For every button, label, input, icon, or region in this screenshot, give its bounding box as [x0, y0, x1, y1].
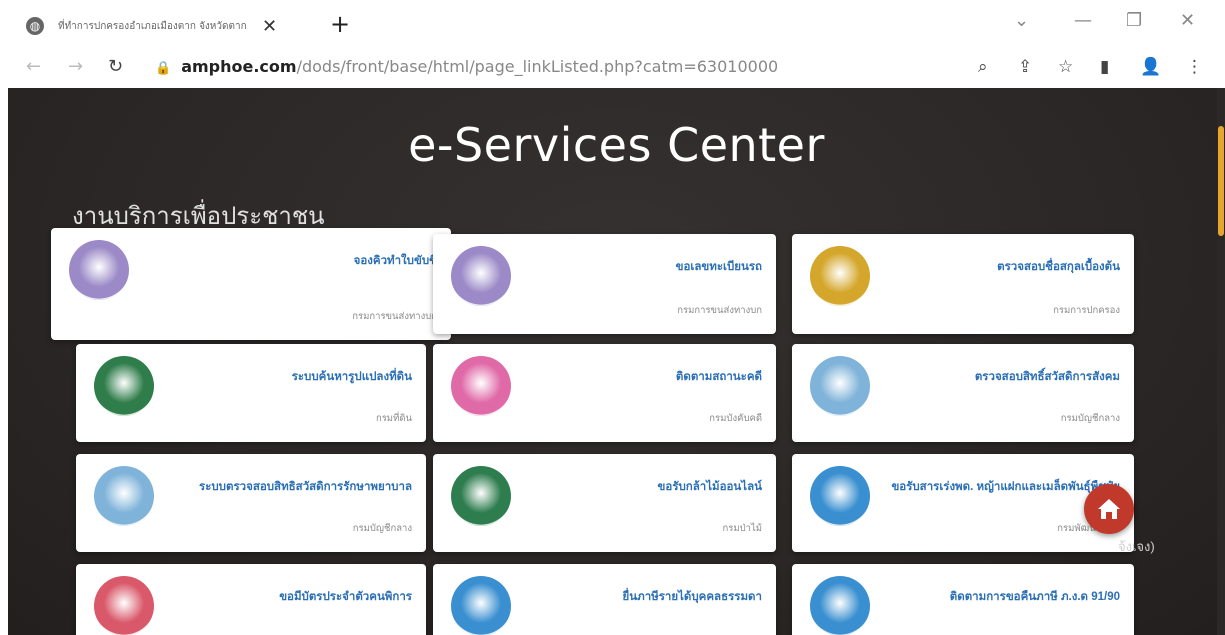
service-card-title: ระบบค้นหารูปแปลงที่ดิน — [291, 371, 412, 383]
service-card[interactable]: ติดตามสถานะคดีกรมบังคับคดี — [433, 344, 776, 442]
tab-title: ที่ทำการปกครองอำเภอเมืองตาก จังหวัดตาก — [58, 20, 247, 32]
service-card-title: ตรวจสอบชื่อสกุลเบื้องต้น — [997, 261, 1120, 273]
service-card[interactable]: ติดตามการขอคืนภาษี ภ.ง.ด 91/90 — [792, 564, 1134, 635]
service-card-title: ติดตามสถานะคดี — [675, 371, 762, 383]
service-card[interactable]: ระบบตรวจสอบสิทธิสวัสดิการรักษาพยาบาลกรมบ… — [76, 454, 426, 552]
disability-empowerment-seal-icon — [94, 576, 154, 635]
side-panel-icon[interactable]: ▮ — [1100, 57, 1109, 77]
restore-icon[interactable]: ❐ — [1126, 10, 1142, 31]
bookmark-star-icon[interactable]: ☆ — [1058, 57, 1073, 77]
service-card-title: ติดตามการขอคืนภาษี ภ.ง.ด 91/90 — [949, 591, 1120, 603]
menu-kebab-icon[interactable]: ⋮ — [1186, 57, 1203, 77]
service-card-title: ขอมีบัตรประจำตัวคนพิการ — [279, 591, 412, 603]
legal-execution-seal-icon — [451, 356, 511, 416]
browser-tab[interactable]: ◍ ที่ทำการปกครองอำเภอเมืองตาก จังหวัดตาก… — [18, 8, 310, 44]
profile-icon[interactable]: 👤 — [1140, 57, 1161, 77]
land-transport-seal-icon — [69, 240, 129, 300]
land-development-seal-icon — [810, 466, 870, 526]
service-card[interactable]: จองคิวทำใบขับขี่กรมการขนส่งทางบก — [51, 228, 451, 340]
browser-toolbar: ← → ↻ 🔒 amphoe.com/dods/front/base/html/p… — [0, 48, 1225, 88]
service-card-agency: กรมบัญชีกลาง — [1060, 413, 1120, 424]
minimize-icon[interactable]: — — [1074, 10, 1092, 31]
forward-icon[interactable]: → — [68, 56, 83, 77]
provincial-admin-seal-icon — [810, 246, 870, 306]
revenue-seal-icon — [810, 576, 870, 635]
comptroller-general-seal-icon — [94, 466, 154, 526]
url-path: /dods/front/base/html/page_linkListed.ph… — [296, 57, 779, 76]
back-icon[interactable]: ← — [26, 56, 41, 77]
service-card-title: ขอเลขทะเบียนรถ — [675, 261, 762, 273]
side-hint-text: จ้งเจง) — [1118, 539, 1155, 554]
scrollbar-thumb[interactable] — [1218, 126, 1224, 236]
forestry-seal-icon — [451, 466, 511, 526]
service-card-title: ตรวจสอบสิทธิ์สวัสดิการสังคม — [974, 371, 1120, 383]
url-host: amphoe.com — [181, 57, 297, 76]
globe-icon: ◍ — [26, 17, 44, 35]
service-card[interactable]: ขอเลขทะเบียนรถกรมการขนส่งทางบก — [433, 234, 776, 334]
service-card-agency: กรมบัญชีกลาง — [352, 523, 412, 534]
land-department-seal-icon — [94, 356, 154, 416]
page-content: e-Services Center งานบริการเพื่อประชาชน … — [8, 88, 1225, 635]
revenue-seal-icon — [451, 576, 511, 635]
service-card[interactable]: ระบบค้นหารูปแปลงที่ดินกรมที่ดิน — [76, 344, 426, 442]
service-card-agency: กรมการปกครอง — [1053, 305, 1120, 316]
service-card[interactable]: ยื่นภาษีรายได้บุคคลธรรมดา — [433, 564, 776, 635]
new-tab-button[interactable]: + — [330, 10, 350, 38]
service-card[interactable]: ขอมีบัตรประจำตัวคนพิการ — [76, 564, 426, 635]
address-bar[interactable]: 🔒 amphoe.com/dods/front/base/html/page_li… — [155, 57, 778, 76]
land-transport-seal-icon — [451, 246, 511, 306]
service-card-agency: กรมบังคับคดี — [709, 413, 762, 424]
zoom-icon[interactable]: ⌕ — [978, 57, 988, 77]
service-card-title: ระบบตรวจสอบสิทธิสวัสดิการรักษาพยาบาล — [199, 481, 412, 493]
scrollbar[interactable] — [1217, 88, 1225, 635]
service-card-title: ขอรับกล้าไม้ออนไลน์ — [657, 481, 762, 493]
tab-close-icon[interactable]: ✕ — [262, 16, 277, 37]
lock-icon: 🔒 — [155, 61, 172, 76]
service-card-agency: กรมที่ดิน — [375, 413, 412, 424]
comptroller-general-seal-icon — [810, 356, 870, 416]
service-card[interactable]: ตรวจสอบชื่อสกุลเบื้องต้นกรมการปกครอง — [792, 234, 1134, 334]
service-card-title: ขอรับสารเร่งพด. หญ้าแฝกและเมล็ดพันธุ์พืช… — [891, 481, 1120, 493]
tab-search-chevron-icon[interactable]: ⌄ — [1014, 10, 1029, 31]
service-card-title: ยื่นภาษีรายได้บุคคลธรรมดา — [622, 591, 762, 603]
service-card[interactable]: ขอรับสารเร่งพด. หญ้าแฝกและเมล็ดพันธุ์พืช… — [792, 454, 1134, 552]
close-window-icon[interactable]: ✕ — [1180, 10, 1195, 31]
service-card-title: จองคิวทำใบขับขี่ — [353, 255, 437, 267]
reload-icon[interactable]: ↻ — [108, 56, 123, 77]
share-icon[interactable]: ⇪ — [1018, 57, 1032, 77]
home-icon — [1098, 499, 1120, 519]
home-button[interactable] — [1084, 484, 1134, 534]
page-title: e-Services Center — [408, 118, 825, 172]
service-card[interactable]: ตรวจสอบสิทธิ์สวัสดิการสังคมกรมบัญชีกลาง — [792, 344, 1134, 442]
service-card-agency: กรมการขนส่งทางบก — [352, 311, 437, 322]
service-card[interactable]: ขอรับกล้าไม้ออนไลน์กรมป่าไม้ — [433, 454, 776, 552]
browser-tabstrip: ◍ ที่ทำการปกครองอำเภอเมืองตาก จังหวัดตาก… — [0, 0, 1225, 48]
service-card-agency: กรมการขนส่งทางบก — [677, 305, 762, 316]
service-card-agency: กรมป่าไม้ — [722, 523, 762, 534]
